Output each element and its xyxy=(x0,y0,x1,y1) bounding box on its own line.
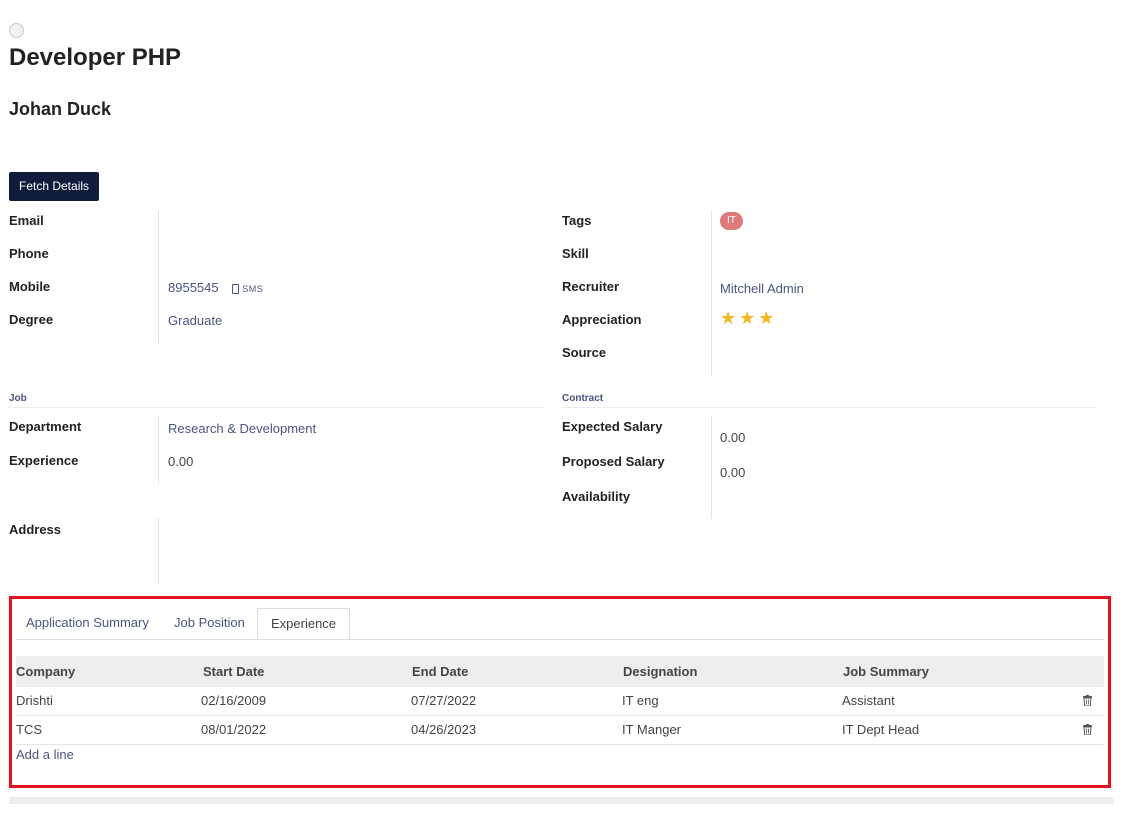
proposed-salary-label: Proposed Salary xyxy=(562,454,665,469)
email-label: Email xyxy=(9,213,44,228)
contract-section-divider xyxy=(562,407,1097,408)
appreciation-star-icons[interactable]: ★★★ xyxy=(720,308,777,329)
table-row[interactable]: Drishti 02/16/2009 07/27/2022 IT eng Ass… xyxy=(16,687,1104,716)
tag-badge[interactable]: IT xyxy=(720,212,743,230)
tags-label: Tags xyxy=(562,213,592,228)
expected-salary-value[interactable]: 0.00 xyxy=(720,430,745,445)
degree-label: Degree xyxy=(9,312,54,327)
department-value[interactable]: Research & Development xyxy=(168,421,316,436)
trash-icon[interactable] xyxy=(1083,695,1092,706)
experience-label: Experience xyxy=(9,453,79,468)
tab-job-position[interactable]: Job Position xyxy=(161,608,258,640)
recruiter-label: Recruiter xyxy=(562,279,620,294)
tabs-underline xyxy=(16,639,1104,640)
address-divider xyxy=(158,518,159,584)
job-section-title: Job xyxy=(9,393,27,404)
column-header-designation[interactable]: Designation xyxy=(623,656,697,687)
contract-group-divider xyxy=(711,416,712,519)
cell-company[interactable]: TCS xyxy=(16,716,42,744)
sms-button[interactable]: SMS xyxy=(232,280,263,295)
bottom-scrollbar[interactable] xyxy=(9,797,1114,804)
left-group-divider xyxy=(158,210,159,343)
column-header-end-date[interactable]: End Date xyxy=(412,656,468,687)
cell-end-date[interactable]: 04/26/2023 xyxy=(411,716,476,744)
cell-start-date[interactable]: 08/01/2022 xyxy=(201,716,266,744)
status-circle-icon[interactable] xyxy=(9,23,24,38)
appreciation-label: Appreciation xyxy=(562,312,642,327)
recruiter-value[interactable]: Mitchell Admin xyxy=(720,281,804,296)
notebook-panel: Application Summary Job Position Experie… xyxy=(9,596,1111,788)
job-section-divider xyxy=(9,407,543,408)
mobile-field[interactable]: 8955545 SMS xyxy=(168,280,263,295)
job-group-divider xyxy=(158,416,159,484)
tab-experience[interactable]: Experience xyxy=(257,608,351,640)
trash-icon[interactable] xyxy=(1083,724,1092,735)
degree-value[interactable]: Graduate xyxy=(168,313,222,328)
mobile-label: Mobile xyxy=(9,279,51,294)
table-row[interactable]: TCS 08/01/2022 04/26/2023 IT Manger IT D… xyxy=(16,716,1104,745)
address-label: Address xyxy=(9,522,62,537)
page-title: Developer PHP xyxy=(9,44,182,71)
department-label: Department xyxy=(9,419,82,434)
add-a-line-link[interactable]: Add a line xyxy=(16,747,74,762)
skill-label: Skill xyxy=(562,246,589,261)
cell-end-date[interactable]: 07/27/2022 xyxy=(411,687,476,715)
mobile-phone-icon xyxy=(232,283,240,294)
cell-company[interactable]: Drishti xyxy=(16,687,53,715)
cell-job-summary[interactable]: Assistant xyxy=(842,687,895,715)
sms-label: SMS xyxy=(242,284,264,294)
column-header-company[interactable]: Company xyxy=(16,656,75,687)
applicant-name: Johan Duck xyxy=(9,99,112,119)
cell-job-summary[interactable]: IT Dept Head xyxy=(842,716,919,744)
mobile-value: 8955545 xyxy=(168,280,219,295)
experience-value[interactable]: 0.00 xyxy=(168,454,193,469)
expected-salary-label: Expected Salary xyxy=(562,419,663,434)
availability-label: Availability xyxy=(562,489,631,504)
column-header-job-summary[interactable]: Job Summary xyxy=(843,656,929,687)
fetch-details-button[interactable]: Fetch Details xyxy=(9,172,100,201)
source-label: Source xyxy=(562,345,607,360)
proposed-salary-value[interactable]: 0.00 xyxy=(720,465,745,480)
contract-section-title: Contract xyxy=(562,393,604,404)
cell-designation[interactable]: IT eng xyxy=(622,687,659,715)
column-header-start-date[interactable]: Start Date xyxy=(203,656,264,687)
cell-start-date[interactable]: 02/16/2009 xyxy=(201,687,266,715)
phone-label: Phone xyxy=(9,246,49,261)
tab-application-summary[interactable]: Application Summary xyxy=(13,608,162,640)
cell-designation[interactable]: IT Manger xyxy=(622,716,681,744)
right-group-divider xyxy=(711,210,712,376)
table-header: Company Start Date End Date Designation … xyxy=(16,656,1104,687)
